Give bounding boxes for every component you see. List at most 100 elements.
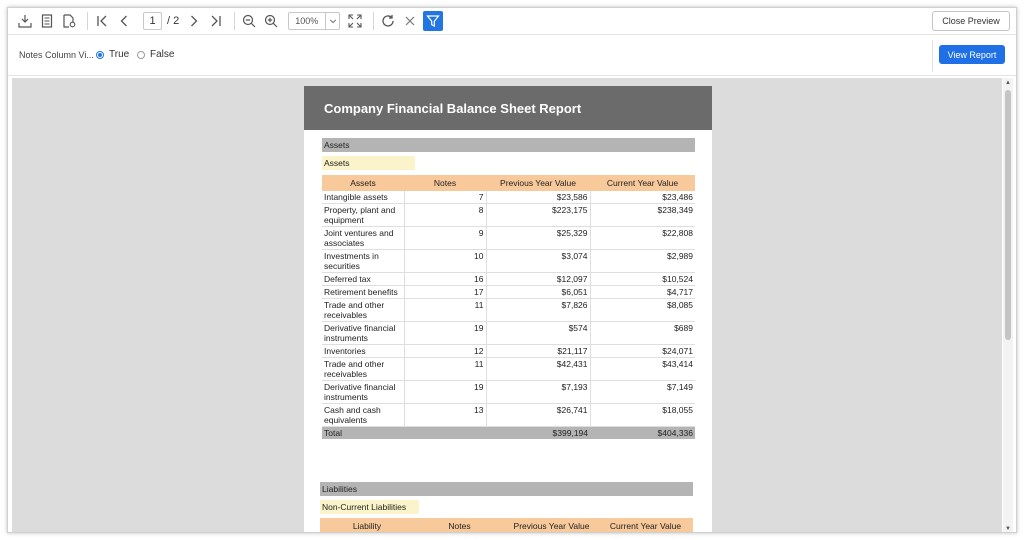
previous-year-value-cell: $7,193 (486, 380, 591, 404)
table-row: Intangible assets 7 $23,586 $23,486 (322, 191, 695, 204)
previous-year-value-cell: $23,586 (486, 191, 591, 204)
notes-column-parameter-label: Notes Column Vi... (19, 50, 94, 60)
radio-false-label: False (150, 49, 175, 60)
previous-page-icon[interactable] (115, 12, 133, 30)
notes-cell: 19 (404, 321, 487, 345)
radio-unselected-icon (137, 50, 145, 59)
asset-name-cell: Retirement benefits (322, 285, 405, 299)
asset-name-cell: Property, plant and equipment (322, 203, 405, 227)
scroll-down-icon[interactable]: ▼ (1005, 526, 1011, 532)
zoom-select[interactable]: 100% (288, 12, 341, 30)
current-year-value-cell: $22,808 (590, 226, 695, 250)
previous-year-value-cell: $223,175 (486, 203, 591, 227)
zoom-out-icon[interactable] (240, 12, 258, 30)
current-year-value-cell: $18,055 (590, 403, 695, 427)
column-header: Notes (404, 175, 486, 191)
notes-cell: 10 (404, 249, 487, 273)
table-row: Trade and other receivables 11 $42,431 $43,… (322, 357, 695, 381)
asset-name-cell: Derivative financial instruments (322, 380, 405, 404)
liabilities-table-header-row: Liability Notes Previous Year Value Curr… (320, 518, 693, 532)
notes-cell: 11 (404, 298, 487, 322)
current-year-value-cell: $238,349 (590, 203, 695, 227)
notes-cell: 19 (404, 380, 487, 404)
total-previous-year-cell: $399,194 (486, 426, 590, 439)
current-year-value-cell: $23,486 (590, 191, 695, 204)
current-year-value-cell: $8,085 (590, 298, 695, 322)
table-row: Deferred tax 16 $12,097 $10,524 (322, 272, 695, 286)
scrollbar-thumb[interactable] (1005, 90, 1011, 340)
toolbar-separator (373, 12, 375, 30)
assets-section-header: Assets (322, 138, 695, 152)
assets-table-header-row: Assets Notes Previous Year Value Current… (322, 175, 695, 191)
notes-cell: 17 (404, 285, 487, 299)
total-notes-cell (404, 426, 486, 439)
asset-name-cell: Trade and other receivables (322, 298, 405, 322)
previous-year-value-cell: $25,329 (486, 226, 591, 250)
table-row: Property, plant and equipment 8 $223,175 $2… (322, 203, 695, 227)
first-page-icon[interactable] (93, 12, 111, 30)
total-current-year-cell: $404,336 (590, 426, 695, 439)
liabilities-table: Liability Notes Previous Year Value Curr… (320, 518, 693, 532)
close-preview-button[interactable]: Close Preview (932, 11, 1010, 31)
column-header: Previous Year Value (505, 518, 598, 532)
previous-year-value-cell: $42,431 (486, 357, 591, 381)
page-setup-icon[interactable] (60, 12, 78, 30)
radio-true-label: True (109, 49, 130, 60)
toolbar-separator (234, 12, 236, 30)
chevron-down-icon[interactable] (325, 13, 339, 29)
refresh-icon[interactable] (379, 12, 397, 30)
last-page-icon[interactable] (207, 12, 225, 30)
panel-divider (932, 40, 933, 72)
view-report-button[interactable]: View Report (939, 45, 1005, 64)
assets-table: Assets Notes Previous Year Value Current… (322, 175, 695, 439)
next-page-icon[interactable] (185, 12, 203, 30)
notes-cell: 13 (404, 403, 487, 427)
notes-cell: 12 (404, 344, 487, 358)
notes-cell: 8 (404, 203, 487, 227)
export-icon[interactable] (16, 12, 34, 30)
report-canvas[interactable]: Company Financial Balance Sheet Report A… (12, 78, 1002, 532)
page-number-input[interactable]: 1 (143, 12, 162, 30)
current-year-value-cell: $4,717 (590, 285, 695, 299)
current-year-value-cell: $43,414 (590, 357, 695, 381)
total-row: Total $399,194 $404,336 (322, 426, 695, 439)
report-page: Company Financial Balance Sheet Report A… (304, 86, 712, 532)
viewer-toolbar: 1 / 2 100% Close Preview (8, 8, 1016, 35)
previous-year-value-cell: $3,074 (486, 249, 591, 273)
filter-icon[interactable] (423, 11, 444, 31)
previous-year-value-cell: $26,741 (486, 403, 591, 427)
current-year-value-cell: $24,071 (590, 344, 695, 358)
current-year-value-cell: $7,149 (590, 380, 695, 404)
asset-name-cell: Derivative financial instruments (322, 321, 405, 345)
asset-name-cell: Cash and cash equivalents (322, 403, 405, 427)
radio-false[interactable]: False (137, 49, 174, 60)
column-header: Liability (320, 518, 414, 532)
asset-name-cell: Trade and other receivables (322, 357, 405, 381)
fit-page-icon[interactable] (346, 12, 364, 30)
current-year-value-cell: $2,989 (590, 249, 695, 273)
print-layout-icon[interactable] (38, 12, 56, 30)
asset-name-cell: Intangible assets (322, 191, 405, 204)
column-header: Assets (322, 175, 404, 191)
asset-name-cell: Deferred tax (322, 272, 405, 286)
column-header: Previous Year Value (486, 175, 590, 191)
vertical-scrollbar[interactable]: ▲ ▼ (1003, 78, 1013, 532)
zoom-in-icon[interactable] (262, 12, 280, 30)
table-row: Cash and cash equivalents 13 $26,741 $18,05… (322, 403, 695, 427)
radio-true[interactable]: True (96, 49, 129, 60)
previous-year-value-cell: $6,051 (486, 285, 591, 299)
report-title: Company Financial Balance Sheet Report (304, 86, 712, 130)
notes-cell: 16 (404, 272, 487, 286)
current-year-value-cell: $689 (590, 321, 695, 345)
scroll-up-icon[interactable]: ▲ (1005, 80, 1011, 86)
asset-name-cell: Investments in securities (322, 249, 405, 273)
table-row: Trade and other receivables 11 $7,826 $8,08… (322, 298, 695, 322)
parameter-panel: Notes Column Vi... True False View Repor… (8, 36, 1016, 76)
column-header: Current Year Value (590, 175, 695, 191)
asset-name-cell: Inventories (322, 344, 405, 358)
table-row: Investments in securities 10 $3,074 $2,989 (322, 249, 695, 273)
previous-year-value-cell: $21,117 (486, 344, 591, 358)
table-row: Joint ventures and associates 9 $25,329 $22… (322, 226, 695, 250)
cancel-icon[interactable] (401, 12, 419, 30)
column-header: Current Year Value (598, 518, 693, 532)
